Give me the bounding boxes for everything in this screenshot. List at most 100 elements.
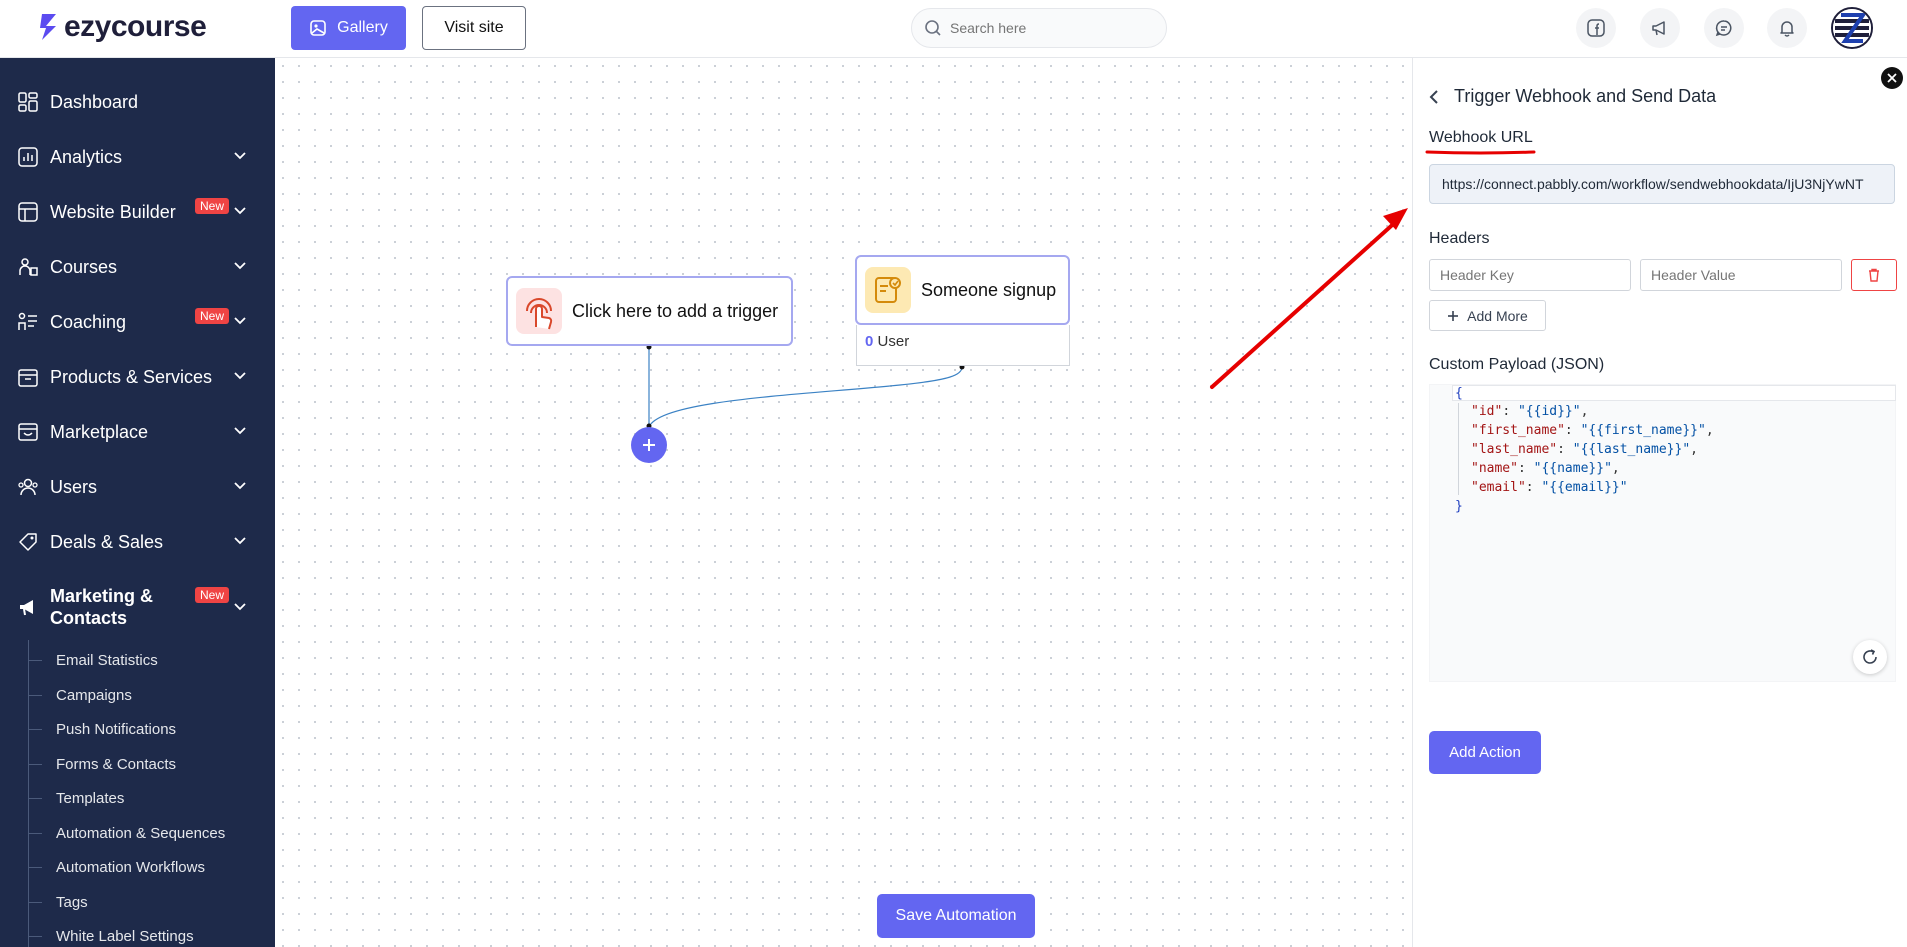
sidebar-item-marketplace[interactable]: Marketplace [0,410,275,454]
sidebar-item-products-services[interactable]: Products & Services [0,355,275,399]
close-panel-button[interactable] [1881,67,1903,89]
back-chevron-icon[interactable] [1428,89,1440,105]
search-icon [925,20,941,36]
trigger-node[interactable]: Click here to add a trigger [506,276,793,346]
plus-icon [1448,310,1459,321]
new-badge: New [195,308,230,324]
webhook-url-label: Webhook URL [1429,129,1533,146]
webhook-url-input[interactable] [1429,164,1895,204]
submenu-item-tags[interactable]: Tags [28,888,88,916]
tag-icon [16,530,40,554]
users-icon [16,475,40,499]
save-automation-button[interactable]: Save Automation [877,894,1035,938]
header-value-input[interactable] [1640,259,1842,291]
notifications-button[interactable] [1767,8,1807,48]
panel-title-text: Trigger Webhook and Send Data [1454,86,1717,106]
submenu-item-templates[interactable]: Templates [28,784,124,812]
avatar[interactable] [1831,7,1873,49]
new-badge: New [195,198,230,214]
marketing-label-line2: Contacts [50,608,128,628]
add-more-label: Add More [1467,307,1528,324]
header-key-input[interactable] [1429,259,1631,291]
logo[interactable]: ezycourse [38,10,207,44]
chat-icon [1715,20,1732,37]
json-open-brace: { [1455,386,1463,401]
signup-node[interactable]: Someone signup [855,255,1070,325]
sidebar-item-label: Users [50,476,98,497]
signup-node-label: Someone signup [921,279,1057,300]
touch-icon [516,288,562,334]
submenu-item-label: Automation Workflows [56,858,205,876]
sidebar-item-users[interactable]: Users [0,465,275,509]
gallery-icon [310,20,326,36]
json-line: "email": "{{email}}" [1471,480,1628,495]
sidebar-item-marketing-contacts[interactable]: Marketing & Contacts New [0,579,275,635]
megaphone-icon [16,595,40,619]
refresh-icon [1863,649,1877,664]
gallery-button[interactable]: Gallery [291,6,406,50]
search-input[interactable] [950,20,1150,36]
sidebar-item-dashboard[interactable]: Dashboard [0,80,275,124]
sidebar-item-deals-sales[interactable]: Deals & Sales [0,520,275,564]
delete-header-button[interactable] [1851,259,1897,291]
submenu-item-label: Campaigns [56,686,132,704]
sidebar-item-label: Courses [50,256,118,277]
sidebar: Dashboard Analytics Website Builder New … [0,58,275,947]
chevron-down-icon [234,317,246,325]
marketing-label-line1: Marketing & [50,586,154,606]
active-line-highlight [1452,385,1896,401]
add-step-button[interactable] [631,427,667,463]
refresh-button[interactable] [1853,640,1887,674]
workflow-canvas[interactable] [275,58,1412,947]
visit-site-button[interactable]: Visit site [422,6,526,50]
top-bar: ezycourse Gallery Visit site [0,0,1907,58]
sidebar-item-label: Dashboard [50,91,139,112]
submenu-item-email-statistics[interactable]: Email Statistics [28,646,158,674]
sidebar-item-label: Coaching [50,311,127,332]
courses-icon [16,255,40,279]
headers-label: Headers [1429,230,1490,247]
ezycourse-logo-icon [40,14,56,40]
submenu-item-label: Tags [56,893,88,911]
submenu-item-label: Push Notifications [56,720,177,738]
submenu-item-automation-sequences[interactable]: Automation & Sequences [28,819,225,847]
submenu-item-label: White Label Settings [56,927,194,945]
chat-button[interactable] [1704,8,1744,48]
sidebar-item-analytics[interactable]: Analytics [0,135,275,179]
announcement-button[interactable] [1640,8,1680,48]
submenu-item-push-notifications[interactable]: Push Notifications [28,715,176,743]
marketplace-icon [16,420,40,444]
chevron-down-icon [234,603,246,611]
products-icon [16,365,40,389]
submenu-item-label: Forms & Contacts [56,755,177,773]
trigger-node-label: Click here to add a trigger [572,300,779,321]
logo-text: ezycourse [64,10,207,43]
sidebar-item-courses[interactable]: Courses [0,245,275,289]
dashboard-icon [16,90,40,114]
submenu-item-campaigns[interactable]: Campaigns [28,681,132,709]
facebook-button[interactable] [1576,8,1616,48]
sidebar-item-label: Analytics [50,146,123,167]
sidebar-item-label: Website Builder [50,201,176,222]
submenu-item-white-label-settings[interactable]: White Label Settings [28,922,194,947]
custom-payload-label: Custom Payload (JSON) [1429,356,1605,373]
json-line: "name": "{{name}}", [1471,461,1620,476]
chevron-down-icon [234,482,246,490]
sidebar-item-label: Marketing & Contacts [50,585,153,629]
user-count: 0 User [856,325,1070,366]
payload-editor[interactable]: { "id": "{{id}}", "first_name": "{{first… [1429,384,1896,682]
submenu-item-label: Email Statistics [56,651,158,669]
close-icon [1887,73,1897,83]
submenu-item-automation-workflows[interactable]: Automation Workflows [28,853,205,881]
chevron-down-icon [234,262,246,270]
sidebar-item-website-builder[interactable]: Website Builder New [0,190,275,234]
search-box[interactable] [911,8,1167,48]
chevron-down-icon [234,537,246,545]
submenu-item-forms-contacts[interactable]: Forms & Contacts [28,750,176,778]
user-count-number: 0 [865,333,874,350]
indent-guide [1458,403,1459,495]
sidebar-item-coaching[interactable]: Coaching New [0,300,275,344]
add-more-button[interactable]: Add More [1429,300,1546,331]
website-builder-icon [16,200,40,224]
add-action-button[interactable]: Add Action [1429,731,1541,774]
